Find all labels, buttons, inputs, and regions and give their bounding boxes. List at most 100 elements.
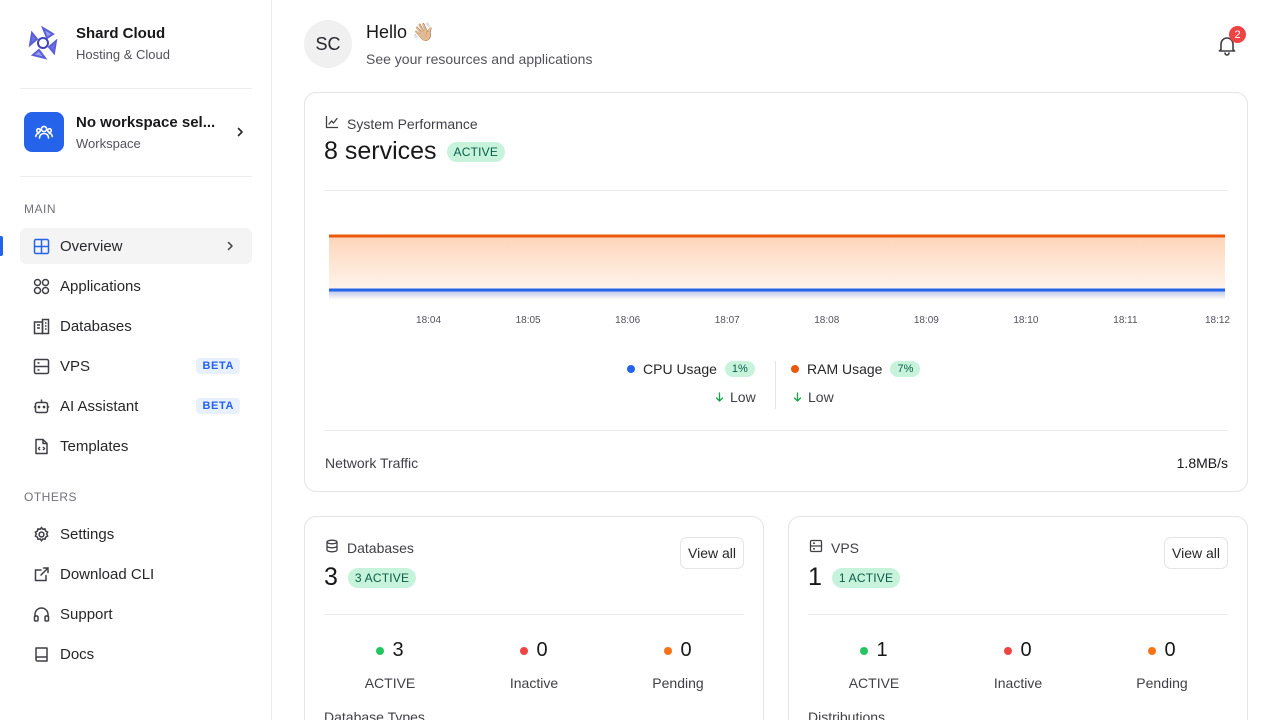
stat-value: 0: [1164, 639, 1176, 661]
performance-chart: 18:04 18:05 18:06 18:07 18:08 18:09 18:10 18:11…: [329, 234, 1230, 326]
shard-logo-icon: [24, 24, 62, 62]
x-tick-label: 18:05: [516, 315, 541, 326]
stat-inactive: 0 Inactive: [464, 639, 604, 691]
beta-badge: BETA: [196, 398, 240, 414]
apps-icon: [32, 277, 50, 295]
bot-icon: [32, 397, 50, 415]
sidebar-item-label: Overview: [60, 237, 123, 255]
status-dot: [1004, 646, 1013, 655]
divider: [324, 430, 1228, 431]
network-value: 1.8MB/s: [1176, 455, 1228, 471]
section-label-main: MAIN: [24, 202, 56, 216]
sidebar-item-templates[interactable]: Templates: [20, 428, 252, 464]
stat-value: 3: [392, 639, 404, 661]
trend: Low: [793, 389, 920, 405]
sidebar-item-label: Templates: [60, 437, 129, 455]
sidebar-item-label: Download CLI: [60, 565, 155, 583]
x-tick-label: 18:12: [1205, 315, 1230, 326]
sidebar-item-download-cli[interactable]: Download CLI: [20, 556, 252, 592]
stat-value: 0: [536, 639, 548, 661]
active-indicator: [0, 236, 3, 256]
stat-inactive: 0 Inactive: [948, 639, 1088, 691]
services-count: 8 services ACTIVE: [324, 137, 506, 166]
stat-label: ACTIVE: [364, 675, 416, 691]
sidebar-item-label: Databases: [60, 317, 132, 335]
x-tick-label: 18:06: [615, 315, 640, 326]
sidebar-item-support[interactable]: Support: [20, 596, 252, 632]
system-performance-card: System Performance 8 services ACTIVE 18:…: [304, 92, 1248, 492]
x-tick-label: 18:10: [1013, 315, 1038, 326]
stat-value: 0: [680, 639, 692, 661]
legend-separator: [775, 361, 776, 409]
stat-value: 1: [876, 639, 888, 661]
divider: [324, 190, 1228, 191]
status-dot: [1148, 646, 1157, 655]
workspace-selector[interactable]: No workspace sel... Workspace: [24, 112, 248, 152]
x-tick-label: 18:11: [1113, 315, 1138, 326]
status-dot: [664, 646, 673, 655]
trend-label: Low: [808, 389, 834, 405]
brand[interactable]: Shard Cloud Hosting & Cloud: [24, 24, 170, 62]
headphones-icon: [32, 605, 50, 623]
stat-active: 3 ACTIVE: [320, 639, 460, 691]
building-icon: [32, 317, 50, 335]
vps-card: VPS View all 1 1 ACTIVE 1 ACTIVE 0 Inact…: [788, 516, 1248, 720]
stat-active: 1 ACTIVE: [804, 639, 944, 691]
divider: [20, 176, 252, 177]
card-title: Databases: [347, 539, 414, 556]
stat-label: Inactive: [509, 675, 559, 691]
databases-count: 3 3 ACTIVE: [324, 563, 417, 592]
sidebar-item-label: Applications: [60, 277, 141, 295]
view-all-databases-button[interactable]: View all: [680, 537, 744, 569]
workspace-name: No workspace sel...: [76, 113, 216, 131]
users-icon: [24, 112, 64, 152]
brand-subtitle: Hosting & Cloud: [76, 46, 170, 62]
count-value: 3: [324, 563, 338, 591]
grid-icon: [32, 237, 50, 255]
sidebar-item-docs[interactable]: Docs: [20, 636, 252, 672]
status-badge: 1 ACTIVE: [831, 567, 901, 588]
arrow-down-icon: [793, 389, 802, 405]
status-badge: 3 ACTIVE: [347, 567, 417, 588]
page-subtitle: See your resources and applications: [366, 50, 593, 67]
card-header: VPS: [809, 539, 859, 556]
line-chart-icon: [325, 115, 339, 132]
sidebar-item-applications[interactable]: Applications: [20, 268, 252, 304]
sidebar-item-ai-assistant[interactable]: AI Assistant BETA: [20, 388, 252, 424]
count-value: 1: [808, 563, 822, 591]
sidebar-item-label: AI Assistant: [60, 397, 139, 415]
legend-cpu: CPU Usage 1% Low: [627, 361, 756, 405]
view-all-vps-button[interactable]: View all: [1164, 537, 1228, 569]
server-icon: [809, 539, 823, 556]
sidebar-item-vps[interactable]: VPS BETA: [20, 348, 252, 384]
card-header: System Performance: [325, 115, 478, 132]
legend-label: CPU Usage: [643, 361, 717, 377]
avatar[interactable]: SC: [304, 20, 352, 68]
arrow-down-icon: [715, 389, 724, 405]
sidebar-item-settings[interactable]: Settings: [20, 516, 252, 552]
server-icon: [32, 357, 50, 375]
sidebar-item-overview[interactable]: Overview: [20, 228, 252, 264]
stat-pending: 0 Pending: [1092, 639, 1232, 691]
sidebar-item-label: VPS: [60, 357, 91, 375]
sidebar-item-label: Docs: [60, 645, 95, 663]
stat-label: Inactive: [993, 675, 1043, 691]
stat-value: 0: [1020, 639, 1032, 661]
x-tick-label: 18:07: [715, 315, 740, 326]
page-title: Hello 👋🏼: [366, 21, 435, 42]
x-tick-label: 18:09: [914, 315, 939, 326]
section-title: Database Types: [324, 709, 425, 720]
beta-badge: BETA: [196, 358, 240, 374]
stat-pending: 0 Pending: [608, 639, 748, 691]
percent-badge: 7%: [890, 361, 921, 377]
divider: [324, 614, 744, 615]
sidebar-item-databases[interactable]: Databases: [20, 308, 252, 344]
gear-icon: [32, 525, 50, 543]
status-dot: [520, 646, 529, 655]
brand-name: Shard Cloud: [76, 24, 166, 42]
databases-card: Databases View all 3 3 ACTIVE 3 ACTIVE 0…: [304, 516, 764, 720]
services-count-value: 8 services: [324, 137, 437, 165]
status-dot: [860, 646, 869, 655]
ram-dot: [791, 365, 799, 373]
workspace-subtitle: Workspace: [76, 135, 141, 151]
